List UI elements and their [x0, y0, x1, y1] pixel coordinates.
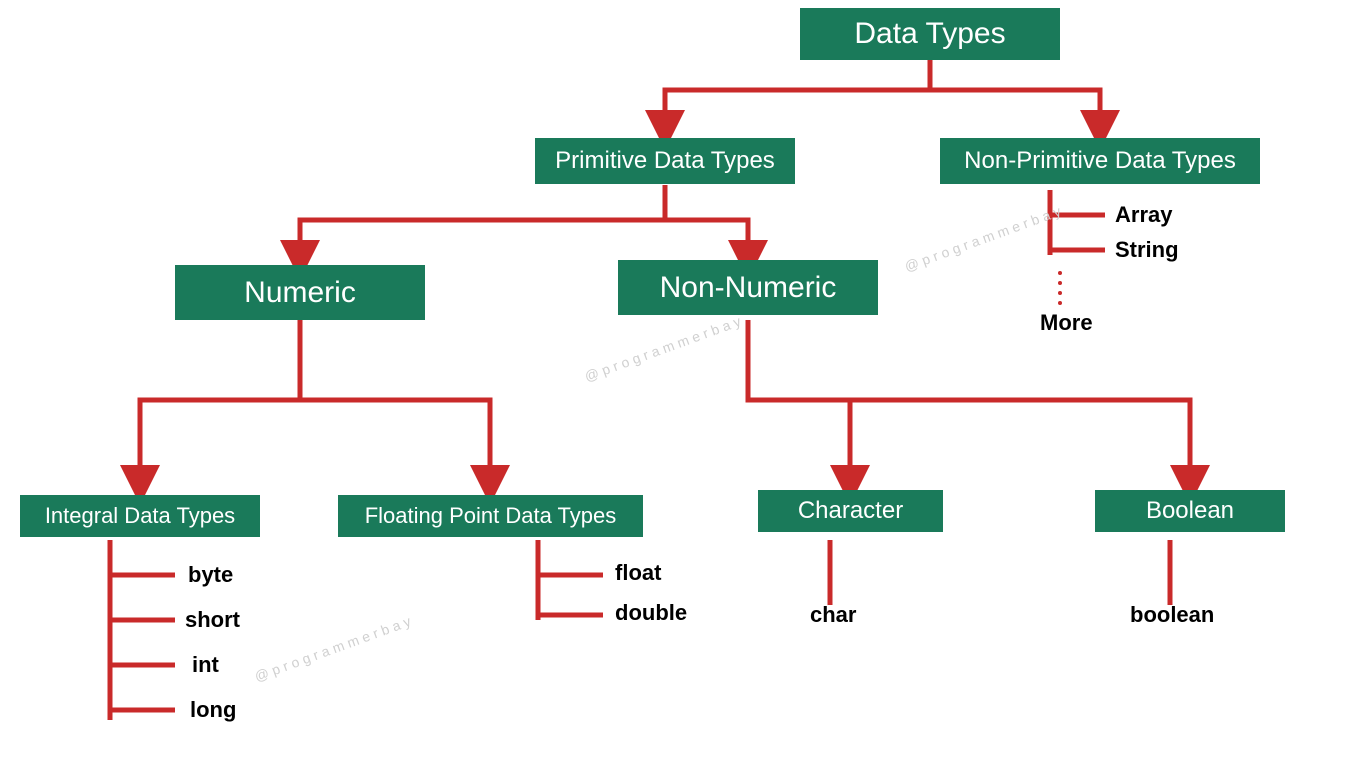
- leaf-int: int: [192, 652, 219, 678]
- node-integral: Integral Data Types: [20, 495, 260, 537]
- leaf-long: long: [190, 697, 236, 723]
- ellipsis-dots-icon: [1058, 268, 1062, 308]
- leaf-byte: byte: [188, 562, 233, 588]
- node-floating: Floating Point Data Types: [338, 495, 643, 537]
- node-primitive: Primitive Data Types: [535, 138, 795, 184]
- node-character: Character: [758, 490, 943, 532]
- node-boolean: Boolean: [1095, 490, 1285, 532]
- leaf-float: float: [615, 560, 661, 586]
- watermark-text: @programmerbay: [252, 612, 416, 685]
- leaf-string: String: [1115, 237, 1179, 263]
- leaf-more: More: [1040, 310, 1093, 336]
- watermark-text: @programmerbay: [582, 312, 746, 385]
- node-nonnumeric: Non-Numeric: [618, 260, 878, 315]
- leaf-boolean: boolean: [1130, 602, 1214, 628]
- leaf-short: short: [185, 607, 240, 633]
- node-numeric: Numeric: [175, 265, 425, 320]
- watermark-text: @programmerbay: [902, 202, 1066, 275]
- leaf-double: double: [615, 600, 687, 626]
- leaf-char: char: [810, 602, 856, 628]
- leaf-array: Array: [1115, 202, 1172, 228]
- node-data-types: Data Types: [800, 8, 1060, 60]
- node-nonprimitive: Non-Primitive Data Types: [940, 138, 1260, 184]
